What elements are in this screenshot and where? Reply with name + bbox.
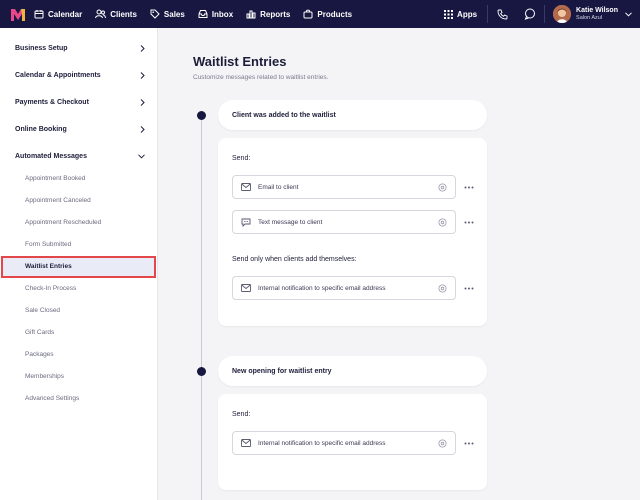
chat-bubble-icon [241, 218, 251, 227]
envelope-icon [241, 284, 251, 292]
internal-notification-field[interactable]: Internal notification to specific email … [232, 276, 456, 300]
nav-apps[interactable]: Apps [444, 9, 478, 19]
field-label: Email to client [258, 183, 299, 191]
user-business: Salon Azul [576, 15, 603, 21]
gear-icon[interactable] [438, 183, 447, 192]
nav-products-label: Products [317, 9, 353, 19]
settings-sidebar: Business Setup Calendar & Appointments P… [0, 28, 158, 500]
chevron-right-icon [140, 71, 145, 79]
nav-calendar[interactable]: Calendar [34, 9, 82, 19]
chevron-right-icon [140, 44, 145, 52]
field-label: Internal notification to specific email … [258, 439, 386, 447]
more-options-icon[interactable] [462, 182, 476, 192]
sidebar-section-payments-checkout[interactable]: Payments & Checkout [15, 92, 145, 112]
main-content: Waitlist Entries Customize messages rela… [158, 28, 640, 500]
sidebar-item-appointment-booked[interactable]: Appointment Booked [25, 175, 85, 182]
sidebar-item-waitlist-entries-label: Waitlist Entries [25, 263, 72, 270]
inbox-icon [198, 10, 208, 18]
chevron-right-icon [140, 98, 145, 106]
nav-reports[interactable]: Reports [246, 9, 290, 19]
conditional-send-label: Send only when clients add themselves: [232, 256, 357, 263]
tag-icon [150, 9, 160, 19]
text-message-to-client-field[interactable]: Text message to client [232, 210, 456, 234]
envelope-icon [241, 439, 251, 447]
sidebar-section-calendar-appointments[interactable]: Calendar & Appointments [15, 65, 145, 85]
sidebar-item-sale-closed[interactable]: Sale Closed [25, 307, 60, 314]
clients-icon [95, 9, 107, 19]
nav-right-group: Apps Katie Wilson Salon Azul [444, 0, 640, 28]
page-subtitle: Customize messages related to waitlist e… [193, 74, 329, 81]
group-heading-client-added: Client was added to the waitlist [218, 100, 487, 130]
bar-chart-icon [246, 10, 256, 19]
group-heading-new-opening: New opening for waitlist entry [218, 356, 487, 386]
chevron-down-icon [625, 11, 632, 17]
field-label: Text message to client [258, 218, 323, 226]
sidebar-item-advanced-settings[interactable]: Advanced Settings [25, 395, 79, 402]
user-name: Katie Wilson [576, 7, 618, 14]
send-label: Send: [232, 411, 251, 418]
sidebar-section-online-booking[interactable]: Online Booking [15, 119, 145, 139]
timeline-dot [197, 111, 206, 120]
apps-grid-icon [444, 9, 454, 19]
nav-calendar-label: Calendar [48, 9, 83, 19]
calendar-icon [34, 10, 44, 19]
timeline-line [201, 114, 202, 500]
nav-inbox-label: Inbox [211, 9, 234, 19]
chevron-right-icon [140, 125, 145, 133]
sidebar-section-label: Calendar & Appointments [15, 71, 101, 79]
nav-apps-label: Apps [457, 9, 478, 19]
sidebar-section-automated-messages[interactable]: Automated Messages [15, 146, 145, 166]
phone-icon [497, 9, 507, 19]
gear-icon[interactable] [438, 218, 447, 227]
nav-reports-label: Reports [260, 9, 291, 19]
sidebar-item-check-in-process[interactable]: Check-In Process [25, 285, 76, 292]
sidebar-item-form-submitted[interactable]: Form Submitted [25, 241, 71, 248]
send-label: Send: [232, 155, 251, 162]
more-options-icon[interactable] [462, 217, 476, 227]
field-label: Internal notification to specific email … [258, 284, 386, 292]
phone-button[interactable] [488, 0, 516, 28]
nav-sales-label: Sales [163, 9, 185, 19]
group-heading-label: New opening for waitlist entry [232, 367, 332, 375]
chat-button[interactable] [516, 0, 544, 28]
sidebar-item-appointment-canceled[interactable]: Appointment Canceled [25, 197, 91, 204]
bag-icon [303, 9, 313, 19]
more-options-icon[interactable] [462, 283, 476, 293]
top-nav: Calendar Clients Sales Inbox Reports Pro… [0, 0, 640, 28]
nav-clients[interactable]: Clients [95, 9, 137, 19]
group-heading-label: Client was added to the waitlist [232, 111, 336, 119]
sidebar-item-appointment-rescheduled[interactable]: Appointment Rescheduled [25, 219, 101, 226]
gear-icon[interactable] [438, 439, 447, 448]
message-card: Send: Internal notification to specific … [218, 394, 487, 490]
envelope-icon [241, 183, 251, 191]
nav-sales[interactable]: Sales [150, 9, 185, 19]
timeline-dot [197, 367, 206, 376]
nav-inbox[interactable]: Inbox [198, 9, 233, 19]
email-to-client-field[interactable]: Email to client [232, 175, 456, 199]
avatar [553, 5, 572, 23]
internal-notification-field[interactable]: Internal notification to specific email … [232, 431, 456, 455]
sidebar-section-label: Payments & Checkout [15, 98, 89, 106]
more-options-icon[interactable] [462, 438, 476, 448]
nav-clients-label: Clients [110, 9, 137, 19]
chat-bubble-icon [524, 8, 536, 20]
page-title: Waitlist Entries [193, 54, 287, 69]
sidebar-section-label: Automated Messages [15, 152, 87, 160]
vagaro-logo-icon[interactable] [11, 8, 25, 21]
sidebar-section-business-setup[interactable]: Business Setup [15, 38, 145, 58]
sidebar-section-label: Business Setup [15, 44, 68, 52]
user-profile-menu[interactable]: Katie Wilson Salon Azul [545, 5, 640, 23]
sidebar-item-memberships[interactable]: Memberships [25, 373, 64, 380]
sidebar-item-gift-cards[interactable]: Gift Cards [25, 329, 54, 336]
chevron-down-icon [138, 153, 145, 159]
gear-icon[interactable] [438, 284, 447, 293]
sidebar-section-label: Online Booking [15, 125, 67, 133]
message-card: Send: Email to client Text message to cl… [218, 138, 487, 326]
sidebar-item-packages[interactable]: Packages [25, 351, 54, 358]
nav-products[interactable]: Products [303, 9, 352, 19]
